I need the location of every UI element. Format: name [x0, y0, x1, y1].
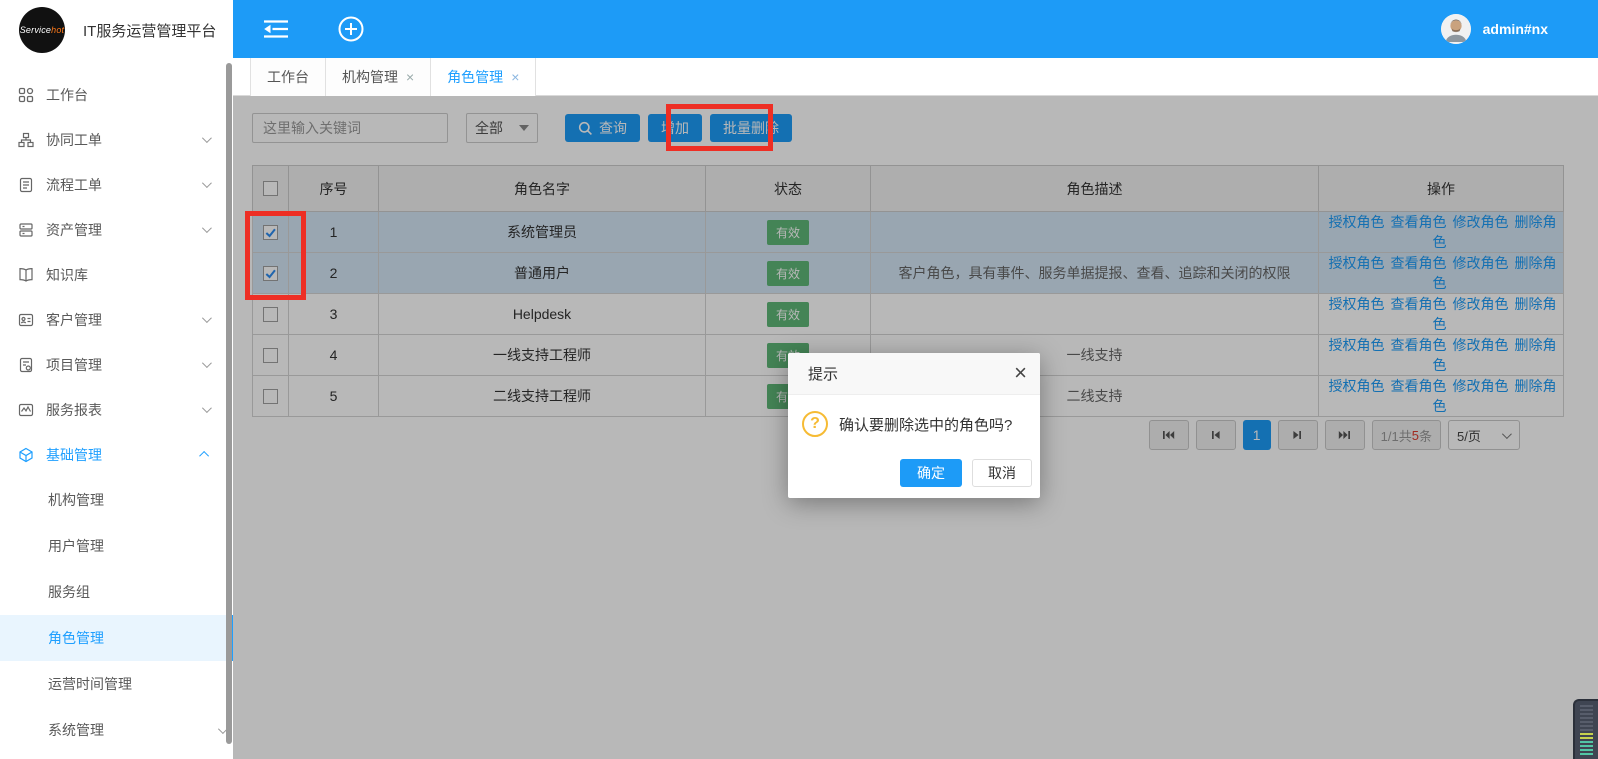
sidebar-subitem-label: 运营时间管理 [48, 674, 233, 694]
sidebar-menu: 工作台 协同工单 流程工单 资产管理 知识库 客户管理 项目管理 [0, 72, 233, 753]
sidebar-subitem-service-group[interactable]: 服务组 [0, 569, 233, 615]
sidebar-item-label: 流程工单 [46, 175, 202, 195]
logo-text-accent: hot [51, 25, 64, 35]
dialog-body: ? 确认要删除选中的角色吗? [788, 395, 1040, 437]
sidebar-scrollbar[interactable] [226, 63, 232, 744]
tab-label: 工作台 [267, 67, 309, 87]
dialog-message: 确认要删除选中的角色吗? [839, 414, 1012, 435]
chart-wave-icon [18, 402, 34, 418]
server-stack-icon [18, 222, 34, 238]
org-nodes-icon [18, 132, 34, 148]
app-title: IT服务运营管理平台 [83, 20, 216, 41]
dialog-footer: 确定 取消 [900, 459, 1032, 487]
sidebar-item-base-management[interactable]: 基础管理 [0, 432, 233, 477]
sidebar-item-label: 工作台 [46, 85, 217, 105]
document-lines-icon [18, 177, 34, 193]
dialog-close-icon[interactable]: × [1014, 360, 1027, 386]
sidebar-subitem-label: 用户管理 [48, 536, 233, 556]
sidebar-item-workbench[interactable]: 工作台 [0, 72, 233, 117]
confirm-dialog: 提示 × ? 确认要删除选中的角色吗? 确定 取消 [788, 353, 1040, 498]
sidebar-subitem-label: 服务组 [48, 582, 233, 602]
chevron-down-icon [202, 358, 212, 368]
brand: Servicehot IT服务运营管理平台 [0, 0, 233, 60]
collapse-menu-icon[interactable] [263, 19, 289, 39]
tab-bar: 工作台 机构管理 × 角色管理 × [233, 58, 1598, 96]
sidebar-item-label: 服务报表 [46, 400, 202, 420]
sidebar-item-collab-orders[interactable]: 协同工单 [0, 117, 233, 162]
sidebar-item-label: 知识库 [46, 265, 217, 285]
tab-workbench[interactable]: 工作台 [250, 58, 326, 96]
cube-icon [18, 447, 34, 463]
sidebar-subitem-system-management[interactable]: 系统管理 [0, 707, 233, 753]
sidebar-item-knowledge-base[interactable]: 知识库 [0, 252, 233, 297]
workbench-grid-icon [18, 87, 34, 103]
chevron-down-icon [202, 223, 212, 233]
sidebar-subitem-label: 系统管理 [48, 720, 218, 740]
tab-close-icon[interactable]: × [406, 69, 414, 85]
tab-label: 机构管理 [342, 67, 398, 87]
audio-meter-widget [1573, 699, 1598, 759]
cancel-button[interactable]: 取消 [972, 459, 1032, 487]
sidebar-subitem-operation-time[interactable]: 运营时间管理 [0, 661, 233, 707]
sidebar-item-process-orders[interactable]: 流程工单 [0, 162, 233, 207]
sidebar-item-label: 资产管理 [46, 220, 202, 240]
avatar-image [1441, 14, 1471, 44]
sidebar-subitem-label: 机构管理 [48, 490, 233, 510]
tab-close-icon[interactable]: × [511, 69, 519, 85]
question-mark-icon: ? [802, 411, 828, 437]
username[interactable]: admin#nx [1483, 21, 1548, 37]
confirm-button[interactable]: 确定 [900, 459, 962, 487]
sidebar-item-customers[interactable]: 客户管理 [0, 297, 233, 342]
user-avatar[interactable] [1441, 14, 1471, 44]
open-book-icon [18, 267, 34, 283]
sidebar-item-label: 项目管理 [46, 355, 202, 375]
chevron-down-icon [202, 313, 212, 323]
sidebar-item-reports[interactable]: 服务报表 [0, 387, 233, 432]
sidebar-subitem-role-management[interactable]: 角色管理 [0, 615, 233, 661]
servicehot-logo: Servicehot [19, 7, 65, 53]
sidebar-item-label: 协同工单 [46, 130, 202, 150]
sidebar-item-assets[interactable]: 资产管理 [0, 207, 233, 252]
dialog-title: 提示 [808, 363, 838, 384]
sidebar-subitem-label: 角色管理 [48, 628, 229, 648]
sidebar-item-projects[interactable]: 项目管理 [0, 342, 233, 387]
sidebar-item-label: 基础管理 [46, 445, 202, 465]
sidebar: Servicehot IT服务运营管理平台 工作台 协同工单 流程工单 资产管理… [0, 0, 233, 759]
chevron-down-icon [202, 403, 212, 413]
sidebar-item-label: 客户管理 [46, 310, 202, 330]
top-bar: admin#nx [233, 0, 1598, 58]
tab-label: 角色管理 [447, 67, 503, 87]
sidebar-subitem-org-management[interactable]: 机构管理 [0, 477, 233, 523]
dialog-header: 提示 [788, 353, 1040, 395]
sidebar-subitem-user-management[interactable]: 用户管理 [0, 523, 233, 569]
tab-org-management[interactable]: 机构管理 × [326, 58, 431, 96]
logo-text: Service [20, 25, 51, 35]
tab-role-management[interactable]: 角色管理 × [431, 58, 536, 96]
add-new-icon[interactable] [337, 15, 365, 43]
chevron-down-icon [202, 178, 212, 188]
project-file-icon [18, 357, 34, 373]
contact-card-icon [18, 312, 34, 328]
chevron-down-icon [202, 133, 212, 143]
